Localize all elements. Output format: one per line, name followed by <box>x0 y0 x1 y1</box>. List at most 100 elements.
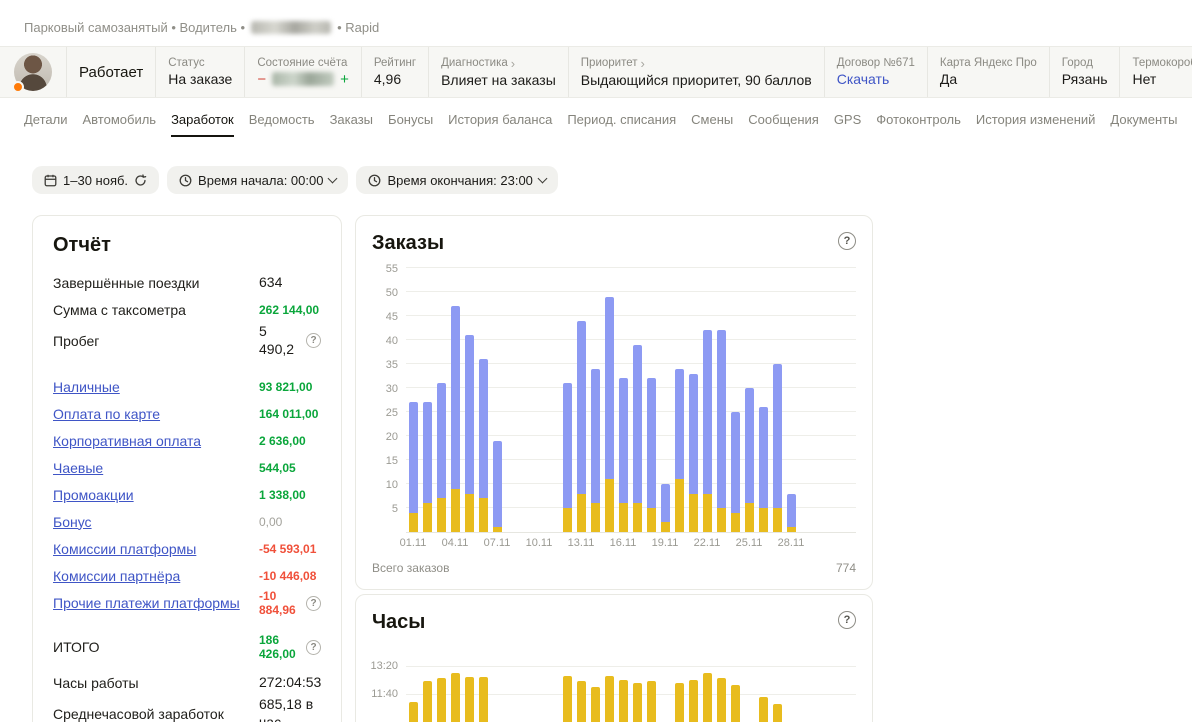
orders-bar-13.11 <box>574 321 588 532</box>
orders-bar-04.11 <box>448 306 462 532</box>
tab-Ведомость[interactable]: Ведомость <box>249 112 315 137</box>
contract-download-link[interactable]: Скачать <box>837 71 915 87</box>
hours-ytick: 13:20 <box>370 659 398 673</box>
tab-Автомобиль[interactable]: Автомобиль <box>83 112 157 137</box>
report-link[interactable]: Бонус <box>53 514 259 530</box>
tab-Период. списания[interactable]: Период. списания <box>567 112 676 137</box>
orders-bar-02.11 <box>420 402 434 532</box>
hours-bar-25.11 <box>742 642 756 722</box>
report-link[interactable]: Чаевые <box>53 460 259 476</box>
hours-bar-05.11 <box>462 642 476 722</box>
hours-bar-26.11 <box>756 642 770 722</box>
tab-Заказы[interactable]: Заказы <box>330 112 373 137</box>
report-value: 634 <box>259 274 282 292</box>
hours-bar-12.11 <box>560 642 574 722</box>
tab-Сообщения[interactable]: Сообщения <box>748 112 819 137</box>
orders-ytick: 25 <box>386 406 398 420</box>
decrease-balance-button[interactable]: − <box>257 71 266 88</box>
orders-ytick: 10 <box>386 478 398 492</box>
report-total-row: ИТОГО 186 426,00 ? <box>53 633 321 661</box>
pro-card-cell: Карта Яндекс Про Да <box>927 47 1049 97</box>
time-start-filter[interactable]: Время начала: 00:00 <box>167 166 348 194</box>
hours-bar-27.11 <box>770 642 784 722</box>
orders-bar-01.11 <box>406 402 420 532</box>
tab-Документы[interactable]: Документы <box>1110 112 1177 137</box>
help-icon[interactable]: ? <box>306 640 321 655</box>
orders-xtick: 04.11 <box>442 537 469 549</box>
report-link[interactable]: Корпоративная оплата <box>53 433 259 449</box>
orders-chart-card: Заказы ? 510152025303540455055 01.1104.1… <box>355 215 873 590</box>
report-value: -10 884,96 <box>259 589 301 617</box>
contract-label: Договор №671 <box>837 57 915 69</box>
date-range-label: 1–30 нояб. <box>63 173 128 188</box>
report-link[interactable]: Комиссии партнёра <box>53 568 259 584</box>
help-icon[interactable]: ? <box>306 333 321 348</box>
orders-x-axis: 01.1104.1107.1110.1113.1116.1119.1122.11… <box>406 537 856 553</box>
orders-ytick: 5 <box>392 502 398 516</box>
report-row: Комиссии платформы-54 593,01 <box>53 535 321 562</box>
filters-row: 1–30 нояб. Время начала: 00:00 Время око… <box>32 166 558 194</box>
driver-avatar-cell[interactable] <box>0 47 66 97</box>
hours-bar-09.11 <box>518 642 532 722</box>
status-cell[interactable]: Статус На заказе <box>155 47 244 97</box>
tab-GPS[interactable]: GPS <box>834 112 861 137</box>
orders-y-axis: 510152025303540455055 <box>372 263 406 533</box>
orders-bar-12.11 <box>560 383 574 532</box>
report-label: Пробег <box>53 333 259 349</box>
tab-История изменений[interactable]: История изменений <box>976 112 1096 137</box>
driver-photo[interactable] <box>14 53 52 91</box>
thermobox-value: Нет <box>1132 71 1192 87</box>
tab-Фотоконтроль[interactable]: Фотоконтроль <box>876 112 961 137</box>
time-end-filter[interactable]: Время окончания: 23:00 <box>356 166 557 194</box>
report-total-label: ИТОГО <box>53 639 259 655</box>
report-row: Часы работы272:04:53 <box>53 669 321 696</box>
tab-Смены[interactable]: Смены <box>691 112 733 137</box>
city-label: Город <box>1062 57 1108 69</box>
date-range-filter[interactable]: 1–30 нояб. <box>32 166 159 194</box>
orders-bar-14.11 <box>588 369 602 532</box>
report-value: 5 490,2 <box>259 323 301 358</box>
reset-icon[interactable] <box>134 174 147 187</box>
report-row: Комиссии партнёра-10 446,08 <box>53 562 321 589</box>
priority-cell[interactable]: Приоритет › Выдающийся приоритет, 90 бал… <box>568 47 824 97</box>
online-status-dot <box>12 81 24 93</box>
section-tabs: Детали Автомобиль Заработок Ведомость Заказы… <box>24 112 1177 137</box>
report-row: Чаевые544,05 <box>53 454 321 481</box>
orders-bar-05.11 <box>462 335 476 532</box>
report-card: Отчёт Завершённые поездки634Сумма с такс… <box>32 215 342 722</box>
account-balance-cell: Состояние счёта − + <box>244 47 361 97</box>
increase-balance-button[interactable]: + <box>340 71 349 88</box>
report-link[interactable]: Комиссии платформы <box>53 541 259 557</box>
diagnostics-cell[interactable]: Диагностика › Влияет на заказы <box>428 47 568 97</box>
tab-История баланса[interactable]: История баланса <box>448 112 552 137</box>
tab-Заработок[interactable]: Заработок <box>171 112 234 137</box>
orders-bar-27.11 <box>770 364 784 532</box>
report-label: Среднечасовой заработок <box>53 706 259 722</box>
orders-ytick: 40 <box>386 334 398 348</box>
report-link[interactable]: Наличные <box>53 379 259 395</box>
report-value: 262 144,00 <box>259 303 319 317</box>
thermobox-cell: Термокороб Нет <box>1119 47 1192 97</box>
diagnostics-label: Диагностика <box>441 57 508 69</box>
report-link[interactable]: Промоакции <box>53 487 259 503</box>
hours-bar-10.11 <box>532 642 546 722</box>
report-value: 2 636,00 <box>259 434 306 448</box>
report-link[interactable]: Прочие платежи платформы <box>53 595 259 611</box>
report-row: Наличные93 821,00 <box>53 373 321 400</box>
fleet-driver-page: Парковый самозанятый • Водитель • • Rapi… <box>0 0 1192 722</box>
help-icon[interactable]: ? <box>838 611 856 629</box>
report-link[interactable]: Оплата по карте <box>53 406 259 422</box>
help-icon[interactable]: ? <box>306 596 321 611</box>
orders-ytick: 15 <box>386 454 398 468</box>
hours-bar-28.11 <box>784 642 798 722</box>
help-icon[interactable]: ? <box>838 232 856 250</box>
redacted-balance-value <box>272 72 334 86</box>
breadcrumb-prefix: Парковый самозанятый • Водитель • <box>24 20 245 35</box>
hours-bar-08.11 <box>504 642 518 722</box>
clock-icon <box>368 174 381 187</box>
tab-Бонусы[interactable]: Бонусы <box>388 112 433 137</box>
orders-bar-07.11 <box>490 441 504 532</box>
hours-plot <box>406 642 856 722</box>
tab-Детали[interactable]: Детали <box>24 112 68 137</box>
report-row: Прочие платежи платформы-10 884,96? <box>53 589 321 617</box>
